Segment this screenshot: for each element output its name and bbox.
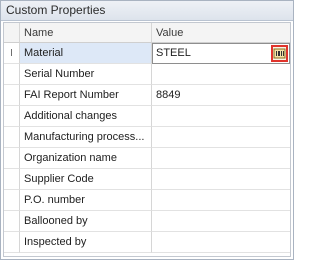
property-name[interactable]: Ballooned by	[20, 211, 152, 232]
row-indicator	[4, 211, 20, 232]
row-indicator	[4, 169, 20, 190]
property-value[interactable]	[152, 190, 290, 211]
property-value[interactable]	[152, 169, 290, 190]
table-row[interactable]: Ballooned by	[4, 211, 290, 232]
property-value[interactable]	[152, 106, 290, 127]
property-name[interactable]: FAI Report Number	[20, 85, 152, 106]
property-name[interactable]: P.O. number	[20, 190, 152, 211]
property-name[interactable]: Additional changes	[20, 106, 152, 127]
column-header-value[interactable]: Value	[152, 23, 290, 43]
properties-grid: Name Value I Material STEEL Serial Numbe…	[3, 22, 291, 257]
property-value[interactable]	[152, 211, 290, 232]
table-row[interactable]: P.O. number	[4, 190, 290, 211]
row-indicator	[4, 232, 20, 253]
property-value[interactable]: STEEL	[156, 47, 191, 59]
row-indicator: I	[4, 43, 20, 64]
table-row[interactable]: I Material STEEL	[4, 43, 290, 64]
property-name[interactable]: Manufacturing process...	[20, 127, 152, 148]
property-value[interactable]	[152, 64, 290, 85]
property-value[interactable]	[152, 148, 290, 169]
row-indicator	[4, 85, 20, 106]
row-indicator	[4, 64, 20, 85]
property-value[interactable]	[152, 232, 290, 253]
table-row[interactable]: FAI Report Number 8849	[4, 85, 290, 106]
barcode-editor-icon[interactable]	[271, 45, 288, 62]
table-row[interactable]: Supplier Code	[4, 169, 290, 190]
table-row[interactable]: Inspected by	[4, 232, 290, 253]
property-value[interactable]: 8849	[152, 85, 290, 106]
column-header-name[interactable]: Name	[20, 23, 152, 43]
row-indicator	[4, 148, 20, 169]
row-indicator	[4, 190, 20, 211]
table-row[interactable]: Serial Number	[4, 64, 290, 85]
property-name[interactable]: Material	[20, 43, 152, 64]
property-value[interactable]	[152, 127, 290, 148]
property-name[interactable]: Organization name	[20, 148, 152, 169]
custom-properties-panel: Custom Properties Name Value I Material …	[0, 0, 294, 260]
property-value-editor[interactable]: STEEL	[152, 43, 290, 64]
property-name[interactable]: Inspected by	[20, 232, 152, 253]
panel-title: Custom Properties	[1, 1, 293, 21]
property-name[interactable]: Serial Number	[20, 64, 152, 85]
row-indicator	[4, 106, 20, 127]
property-name[interactable]: Supplier Code	[20, 169, 152, 190]
table-row[interactable]: Organization name	[4, 148, 290, 169]
table-row[interactable]: Additional changes	[4, 106, 290, 127]
row-indicator	[4, 127, 20, 148]
table-row[interactable]: Manufacturing process...	[4, 127, 290, 148]
row-indicator-header	[4, 23, 20, 43]
